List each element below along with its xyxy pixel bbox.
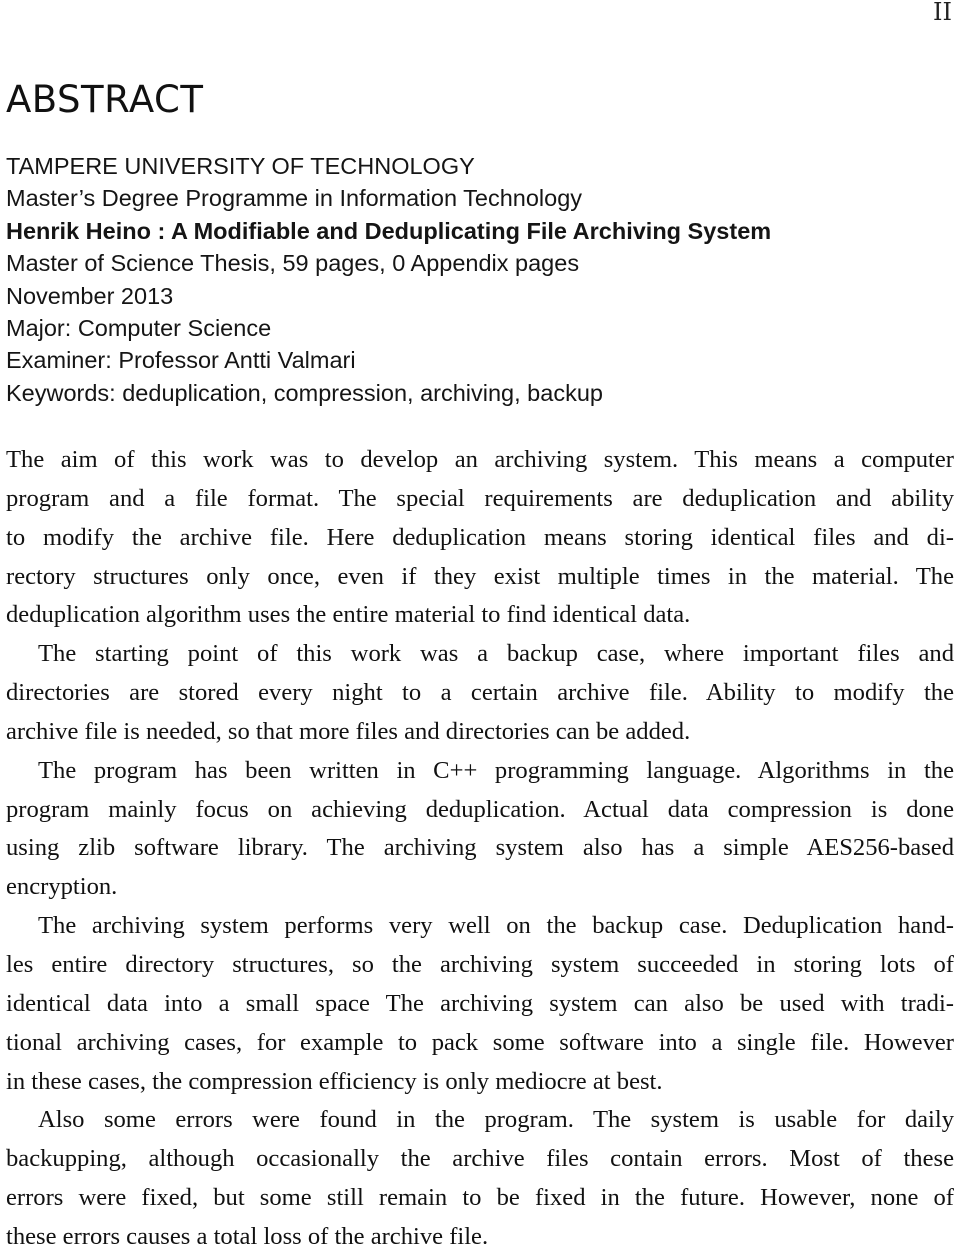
major: Major: Computer Science <box>6 314 272 341</box>
text-line: directories are stored every night to a … <box>6 679 954 707</box>
author-and-thesis-title: Henrik Heino : A Modifiable and Deduplic… <box>6 217 772 244</box>
text-line: encryption. <box>6 873 118 901</box>
keywords: Keywords: deduplication, compression, ar… <box>6 379 603 406</box>
text-line: archive file is needed, so that more fil… <box>6 717 691 745</box>
text-line: program mainly focus on achieving dedupl… <box>6 795 954 823</box>
text-line: using zlib software library. The archivi… <box>6 834 954 862</box>
text-line: to modify the archive file. Here dedupli… <box>6 523 954 551</box>
abstract-body: The aim of this work was to develop an a… <box>6 441 954 1257</box>
text-line: these errors causes a total loss of the … <box>6 1222 489 1250</box>
thesis-info: Master of Science Thesis, 59 pages, 0 Ap… <box>6 250 580 277</box>
text-line: errors were fixed, but some still remain… <box>6 1184 954 1212</box>
text-line: The starting point of this work was a ba… <box>38 640 954 668</box>
abstract-paragraph: The starting point of this work was a ba… <box>6 635 954 752</box>
text-line: les entire directory structures, so the … <box>6 950 954 978</box>
thesis-date: November 2013 <box>6 282 174 309</box>
abstract-paragraph: Also some errors were found in the progr… <box>6 1101 954 1256</box>
thesis-metadata: TAMPERE UNIVERSITY OF TECHNOLOGY Master’… <box>6 150 946 409</box>
text-line: The aim of this work was to develop an a… <box>6 446 954 473</box>
examiner: Examiner: Professor Antti Valmari <box>6 347 356 374</box>
text-line: rectory structures only once, even if th… <box>6 562 954 590</box>
text-line: Also some errors were found in the progr… <box>38 1106 954 1134</box>
abstract-paragraph: The archiving system performs very well … <box>6 907 954 1101</box>
text-line: deduplication algorithm uses the entire … <box>6 601 691 629</box>
text-line: The program has been written in C++ prog… <box>38 756 954 784</box>
text-line: identical data into a small space The ar… <box>6 989 954 1017</box>
text-line: The archiving system performs very well … <box>38 912 954 940</box>
abstract-heading: ABSTRACT <box>6 78 204 121</box>
degree-programme: Master’s Degree Programme in Information… <box>6 185 583 212</box>
text-line: backupping, although occasionally the ar… <box>6 1145 954 1173</box>
text-line: in these cases, the compression efficien… <box>6 1067 663 1095</box>
abstract-paragraph: The aim of this work was to develop an a… <box>6 441 954 635</box>
text-line: tional archiving cases, for example to p… <box>6 1028 954 1056</box>
text-line: program and a file format. The special r… <box>6 484 954 512</box>
university-name: TAMPERE UNIVERSITY OF TECHNOLOGY <box>6 153 475 179</box>
abstract-paragraph: The program has been written in C++ prog… <box>6 752 954 907</box>
page-number: II <box>933 0 952 26</box>
